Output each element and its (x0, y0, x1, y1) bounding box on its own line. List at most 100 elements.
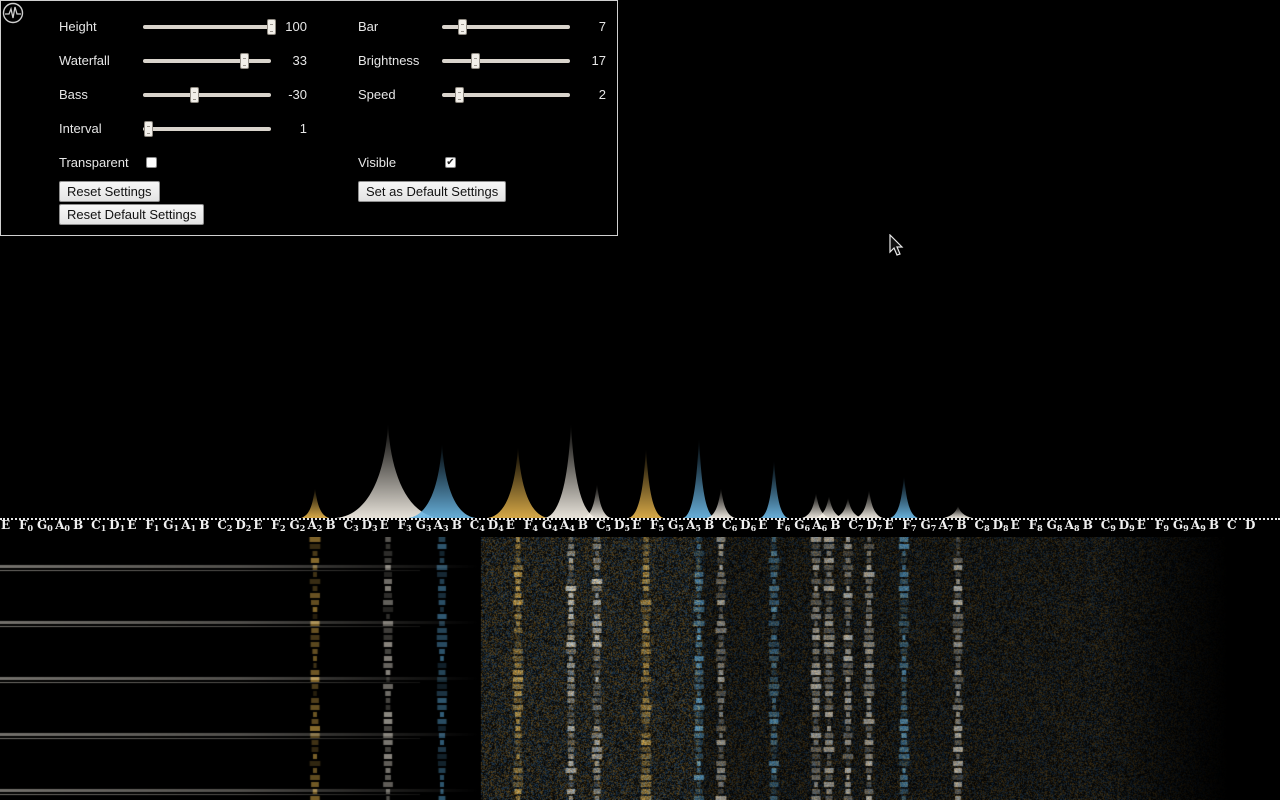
spectrum-peaks (301, 423, 972, 518)
note-label: D1 (109, 518, 126, 533)
note-label: E (1010, 518, 1020, 532)
note-label: C5 (595, 518, 612, 533)
bass-label: Bass (59, 87, 88, 102)
note-label: C4 (469, 518, 485, 533)
brightness-label: Brightness (358, 53, 420, 68)
speed-value: 2 (598, 87, 606, 102)
spectrum-peak (760, 460, 788, 518)
bar-value: 7 (598, 19, 606, 34)
note-label: D (1244, 518, 1256, 532)
interval-value: 1 (299, 121, 307, 136)
note-label: A0 (55, 518, 70, 533)
note-label: E (127, 518, 137, 532)
interval-slider[interactable] (143, 121, 271, 137)
note-label: A7 (938, 518, 954, 533)
note-label: D5 (613, 518, 630, 533)
note-label: F0 (19, 518, 34, 533)
note-label: D9 (1118, 518, 1135, 533)
note-label: B (577, 518, 589, 532)
waveform-circle-icon[interactable] (2, 2, 24, 24)
set-as-default-settings-button[interactable]: Set as Default Settings (358, 181, 507, 202)
slider-thumb[interactable] (454, 87, 464, 103)
spectrum-peak (301, 488, 329, 518)
note-label: C9 (1100, 518, 1116, 533)
note-label: B (830, 518, 841, 532)
note-label: C (1226, 518, 1237, 532)
note-label: B (199, 518, 210, 532)
slider-thumb[interactable] (190, 87, 200, 103)
note-label: C6 (722, 518, 738, 533)
bar-label: Bar (358, 19, 379, 34)
spectrum-peak (628, 448, 664, 518)
note-label: F5 (650, 518, 665, 533)
settings-panel: Height 100 Waterfall 33 Bass -30 Interva… (0, 0, 618, 236)
height-value: 100 (285, 19, 307, 34)
note-label: E (1, 518, 11, 532)
note-label: G7 (920, 518, 937, 533)
note-label: B (956, 518, 967, 532)
note-label: G1 (163, 518, 180, 533)
note-label: E (758, 518, 768, 532)
slider-thumb[interactable] (144, 121, 154, 137)
slider-track (143, 59, 271, 63)
slider-thumb[interactable] (240, 53, 250, 69)
spectrum-peak (408, 443, 476, 518)
slider-thumb[interactable] (458, 19, 468, 35)
note-label: G4 (541, 518, 558, 533)
note-label: E (1136, 518, 1146, 532)
note-label: D7 (866, 518, 883, 533)
spectrum-peak (335, 423, 441, 518)
note-label: E (505, 518, 515, 532)
slider-track (143, 25, 271, 29)
slider-thumb[interactable] (267, 19, 276, 35)
note-label: C2 (217, 518, 233, 533)
spectrum-peak (855, 490, 883, 518)
height-slider[interactable] (143, 19, 276, 35)
note-label: B (451, 518, 462, 532)
transparent-label: Transparent (59, 155, 129, 170)
note-label: E (379, 518, 389, 532)
transparent-checkbox[interactable] (146, 157, 157, 168)
note-label: F4 (523, 518, 538, 533)
slider-track (143, 127, 271, 131)
interval-label: Interval (59, 121, 102, 136)
note-label: B (73, 518, 84, 532)
visible-label: Visible (358, 155, 397, 170)
bar-slider[interactable] (442, 19, 570, 35)
note-label: G0 (37, 518, 53, 533)
note-label: D4 (487, 518, 504, 533)
slider-thumb[interactable] (471, 53, 481, 69)
waterfall-display (0, 537, 1280, 800)
brightness-slider[interactable] (442, 53, 570, 69)
visible-checkbox[interactable]: ✔ (445, 157, 456, 168)
note-label: A6 (812, 518, 828, 533)
speed-label: Speed (358, 87, 396, 102)
note-label: C7 (848, 518, 864, 533)
note-label: D3 (361, 518, 378, 533)
mouse-pointer-icon (889, 234, 904, 256)
speed-slider[interactable] (442, 87, 570, 103)
bass-slider[interactable] (143, 87, 271, 103)
note-label: D2 (235, 518, 252, 533)
note-label: E (632, 518, 642, 532)
spectrum-peak (890, 476, 918, 518)
note-label: A1 (181, 518, 197, 533)
spectrum-peak (487, 446, 549, 518)
slider-track (442, 59, 570, 63)
reset-settings-button[interactable]: Reset Settings (59, 181, 160, 202)
slider-track (143, 93, 271, 97)
note-label: G5 (668, 518, 684, 533)
note-label: D6 (740, 518, 757, 533)
note-label: F2 (271, 518, 286, 533)
reset-default-settings-button[interactable]: Reset Default Settings (59, 204, 205, 225)
note-label: A4 (559, 518, 575, 533)
waterfall-slider[interactable] (143, 53, 271, 69)
note-label: F3 (397, 518, 412, 533)
spectrum-peak (544, 423, 598, 518)
note-label: G9 (1172, 518, 1189, 533)
note-label: F8 (1028, 518, 1043, 533)
note-label: G2 (289, 518, 306, 533)
note-label: B (325, 518, 336, 532)
note-label: G8 (1046, 518, 1063, 533)
brightness-value: 17 (591, 53, 606, 68)
